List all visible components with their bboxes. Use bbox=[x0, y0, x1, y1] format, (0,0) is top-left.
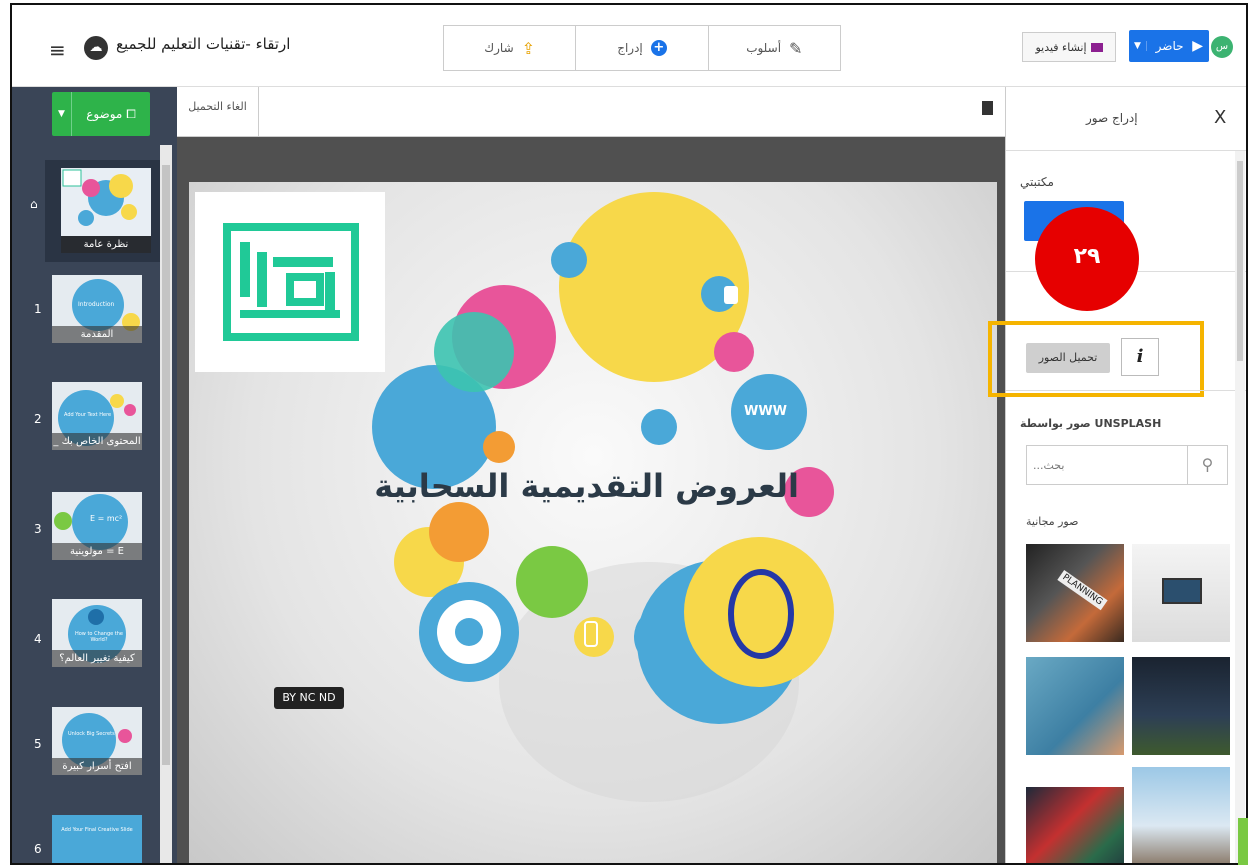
panel-header: X إدراج صور bbox=[1006, 87, 1246, 151]
editor-canvas-area: الغاء التحميل WWW العروض التقديمية السحا… bbox=[177, 87, 1005, 863]
slide-thumb-text: Add Your Text Here bbox=[64, 412, 112, 418]
free-pictures-label: صور مجانية bbox=[1026, 515, 1079, 528]
home-icon[interactable]: ⌂ bbox=[30, 197, 38, 211]
panel-scrollbar[interactable] bbox=[1235, 151, 1245, 863]
decorative-corner bbox=[1238, 818, 1248, 865]
planning-text: PLANNING bbox=[1057, 569, 1108, 611]
close-icon[interactable]: X bbox=[1214, 107, 1226, 128]
image-search-input[interactable] bbox=[1027, 446, 1187, 484]
image-search-box: ⚲ bbox=[1026, 445, 1228, 485]
share-button[interactable]: شارك ⇪ bbox=[444, 26, 575, 70]
video-camera-icon bbox=[1090, 42, 1103, 52]
search-icon[interactable]: ⚲ bbox=[1187, 446, 1227, 484]
slide-caption: _ المحتوى الخاص بك bbox=[52, 433, 142, 450]
overview-caption: نظرة عامة bbox=[61, 236, 151, 253]
slide-thumbnail-6[interactable]: Add Your Final Creative Slide bbox=[52, 815, 142, 863]
magic-wand-icon: ✎ bbox=[789, 38, 803, 58]
upload-share-icon: ⇪ bbox=[521, 38, 536, 58]
present-dropdown-icon[interactable]: ▼ bbox=[1129, 41, 1147, 51]
style-button[interactable]: أسلوب ✎ bbox=[707, 26, 840, 70]
slide-number: 1 bbox=[34, 302, 42, 316]
panel-title: إدراج صور bbox=[1086, 111, 1138, 125]
free-image-darts[interactable] bbox=[1026, 787, 1124, 863]
create-video-label: إنشاء فيديو bbox=[1035, 40, 1087, 54]
slide-thumbnail-1[interactable]: Introduction المقدمة bbox=[52, 275, 142, 343]
style-label: أسلوب bbox=[746, 41, 782, 55]
overview-thumb-graphic bbox=[62, 169, 137, 226]
slide-thumb-text: Unlock Big Secrets bbox=[68, 731, 115, 737]
avatar[interactable]: س bbox=[1211, 36, 1233, 58]
unsplash-label: UNSPLASH صور بواسطة bbox=[1020, 417, 1162, 430]
slides-panel: ▼ موضوع ⧠ ⌂ نظرة عامة 1 Introduction الم… bbox=[12, 87, 177, 863]
slide-bubbles-graphic bbox=[372, 192, 834, 802]
present-label: حاضر bbox=[1155, 39, 1184, 53]
slides-scrollbar[interactable] bbox=[160, 145, 172, 863]
slide-caption: المقدمة bbox=[52, 326, 142, 343]
divider bbox=[1006, 390, 1246, 391]
cc-license-badge: BY NC ND bbox=[274, 687, 344, 709]
scrollbar-thumb[interactable] bbox=[162, 165, 170, 765]
slide-thumb-text: How to Change the World? bbox=[74, 631, 124, 643]
annotation-number-badge: ٢٩ bbox=[1035, 207, 1139, 311]
slide-number: 4 bbox=[34, 632, 42, 646]
main-actions-group: شارك ⇪ إدراج + أسلوب ✎ bbox=[443, 25, 841, 71]
slide-caption: كيفية تغيير العالم؟ bbox=[52, 650, 142, 667]
slide-caption: افتح أسرار كبيرة bbox=[52, 758, 142, 775]
laptop-screen bbox=[1162, 578, 1202, 604]
notes-icon[interactable] bbox=[982, 101, 993, 115]
insert-images-panel: X إدراج صور مكتبتي ٢٩ تحميل الصور i UNSP… bbox=[988, 87, 1246, 863]
scrollbar-thumb[interactable] bbox=[1237, 161, 1243, 361]
overview-slide[interactable]: نظرة عامة bbox=[45, 160, 167, 262]
free-image-laptop[interactable] bbox=[1132, 544, 1230, 642]
canvas-toolbar: الغاء التحميل bbox=[177, 87, 1005, 137]
overview-thumbnail bbox=[61, 168, 151, 236]
cloud-icon[interactable]: ☁ bbox=[84, 36, 108, 60]
upload-images-button[interactable]: تحميل الصور bbox=[1026, 343, 1110, 373]
insert-button[interactable]: إدراج + bbox=[575, 26, 707, 70]
slide-number: 2 bbox=[34, 412, 42, 426]
slide-canvas[interactable]: WWW العروض التقديمية السحابية BY NC ND bbox=[189, 182, 997, 863]
add-topic-button[interactable]: ▼ موضوع ⧠ bbox=[52, 92, 150, 136]
cancel-upload-button[interactable]: الغاء التحميل bbox=[177, 87, 259, 137]
slide-thumbnail-5[interactable]: Unlock Big Secrets افتح أسرار كبيرة bbox=[52, 707, 142, 775]
plus-icon: + bbox=[650, 40, 667, 56]
slide-thumb-text: Add Your Final Creative Slide bbox=[61, 827, 133, 833]
slide-thumbnail-2[interactable]: Add Your Text Here _ المحتوى الخاص بك bbox=[52, 382, 142, 450]
presentation-title[interactable]: ارتقاء -تقنيات التعليم للجميع bbox=[116, 35, 290, 53]
free-image-team[interactable] bbox=[1132, 657, 1230, 755]
app-window: ≡ ☁ ارتقاء -تقنيات التعليم للجميع شارك ⇪… bbox=[10, 3, 1248, 865]
topic-dropdown-icon[interactable]: ▼ bbox=[52, 92, 72, 136]
create-video-button[interactable]: إنشاء فيديو bbox=[1022, 32, 1116, 62]
slide-thumb-text: E = mc² bbox=[90, 514, 123, 523]
slide-title[interactable]: العروض التقديمية السحابية bbox=[374, 467, 799, 505]
present-button[interactable]: ▼ حاضر ▶ bbox=[1129, 30, 1209, 62]
info-button[interactable]: i bbox=[1121, 338, 1159, 376]
top-toolbar: ≡ ☁ ارتقاء -تقنيات التعليم للجميع شارك ⇪… bbox=[12, 5, 1246, 87]
slide-caption: مولوينية = E bbox=[52, 543, 142, 560]
menu-icon[interactable]: ≡ bbox=[49, 38, 66, 62]
insert-label: إدراج bbox=[617, 41, 643, 55]
slide-thumbnail-4[interactable]: How to Change the World? كيفية تغيير الع… bbox=[52, 599, 142, 667]
free-image-card[interactable] bbox=[1026, 657, 1124, 755]
slide-number: 3 bbox=[34, 522, 42, 536]
www-label: WWW bbox=[744, 404, 788, 419]
slide-thumb-text: Introduction bbox=[78, 301, 115, 308]
slide-number: 5 bbox=[34, 737, 42, 751]
free-image-hiker[interactable] bbox=[1132, 767, 1230, 863]
free-image-planning[interactable]: PLANNING bbox=[1026, 544, 1124, 642]
share-label: شارك bbox=[484, 41, 514, 55]
topic-label: موضوع ⧠ bbox=[86, 106, 136, 121]
my-library-label: مكتبتي bbox=[1020, 175, 1054, 189]
slide-number: 6 bbox=[34, 842, 42, 856]
play-icon: ▶ bbox=[1192, 38, 1203, 54]
slide-thumbnail-3[interactable]: E = mc² مولوينية = E bbox=[52, 492, 142, 560]
